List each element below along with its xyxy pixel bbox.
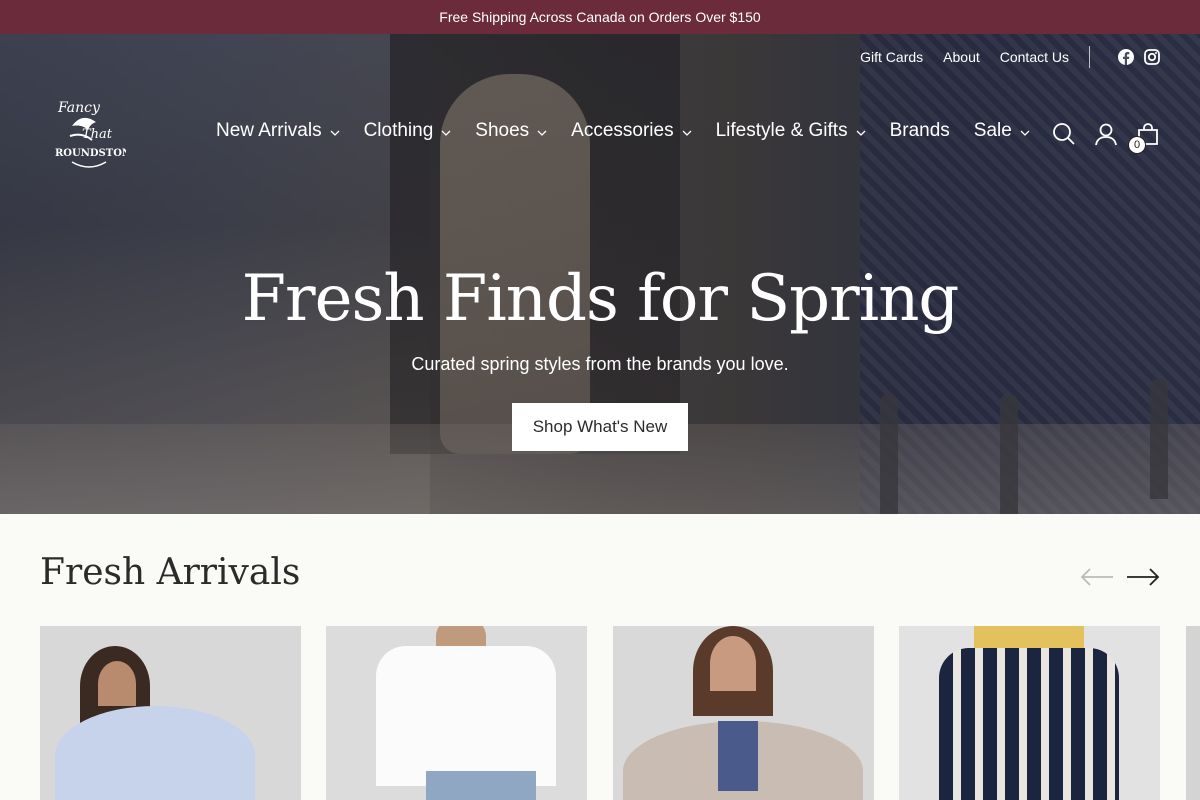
announcement-bar: Free Shipping Across Canada on Orders Ov… bbox=[0, 0, 1200, 34]
about-link[interactable]: About bbox=[943, 49, 980, 65]
chevron-down-icon bbox=[1020, 130, 1030, 136]
product-card[interactable] bbox=[40, 626, 301, 800]
nav-brands[interactable]: Brands bbox=[890, 120, 950, 142]
gift-cards-link[interactable]: Gift Cards bbox=[860, 49, 923, 65]
chevron-down-icon bbox=[441, 130, 451, 136]
product-image bbox=[939, 648, 1119, 800]
cart-count-badge: 0 bbox=[1128, 136, 1146, 154]
carousel-arrows bbox=[1068, 566, 1160, 588]
search-icon[interactable] bbox=[1052, 122, 1076, 146]
nav-shoes[interactable]: Shoes bbox=[475, 120, 547, 142]
chevron-down-icon bbox=[330, 130, 340, 136]
fresh-arrivals-title: Fresh Arrivals bbox=[40, 552, 301, 593]
product-card[interactable] bbox=[613, 626, 874, 800]
svg-text:That: That bbox=[82, 127, 113, 142]
product-card[interactable] bbox=[899, 626, 1160, 800]
shop-whats-new-button[interactable]: Shop What's New bbox=[512, 403, 688, 451]
svg-text:ROUNDSTONE: ROUNDSTONE bbox=[55, 148, 126, 159]
announcement-text: Free Shipping Across Canada on Orders Ov… bbox=[439, 9, 761, 25]
arrow-left-icon[interactable] bbox=[1080, 566, 1114, 588]
svg-text:Fancy: Fancy bbox=[57, 100, 101, 116]
nav-lifestyle-gifts[interactable]: Lifestyle & Gifts bbox=[716, 120, 866, 142]
hero-title: Fresh Finds for Spring bbox=[241, 262, 960, 336]
nav-sale[interactable]: Sale bbox=[974, 120, 1030, 142]
product-card[interactable] bbox=[1186, 626, 1200, 800]
header-icons: 0 bbox=[1034, 122, 1160, 154]
cart-button[interactable]: 0 bbox=[1128, 122, 1160, 154]
arrow-right-icon[interactable] bbox=[1126, 566, 1160, 588]
instagram-icon[interactable] bbox=[1144, 49, 1160, 65]
chevron-down-icon bbox=[856, 130, 866, 136]
chevron-down-icon bbox=[537, 130, 547, 136]
contact-us-link[interactable]: Contact Us bbox=[1000, 49, 1069, 65]
nav-clothing[interactable]: Clothing bbox=[364, 120, 452, 142]
facebook-icon[interactable] bbox=[1118, 49, 1134, 65]
store-logo[interactable]: Fancy That ROUNDSTONE bbox=[52, 96, 139, 172]
product-card[interactable] bbox=[326, 626, 587, 800]
chevron-down-icon bbox=[682, 130, 692, 136]
product-image bbox=[55, 706, 255, 800]
nav-accessories[interactable]: Accessories bbox=[571, 120, 692, 142]
product-image bbox=[376, 646, 556, 786]
nav-new-arrivals[interactable]: New Arrivals bbox=[216, 120, 340, 142]
hero-subtitle: Curated spring styles from the brands yo… bbox=[411, 354, 789, 374]
utility-nav: Gift Cards About Contact Us bbox=[840, 46, 1160, 68]
utility-divider bbox=[1089, 46, 1090, 68]
main-nav: New Arrivals Clothing Shoes Accessories … bbox=[216, 120, 1054, 142]
product-carousel bbox=[40, 626, 1200, 800]
account-icon[interactable] bbox=[1094, 122, 1118, 146]
